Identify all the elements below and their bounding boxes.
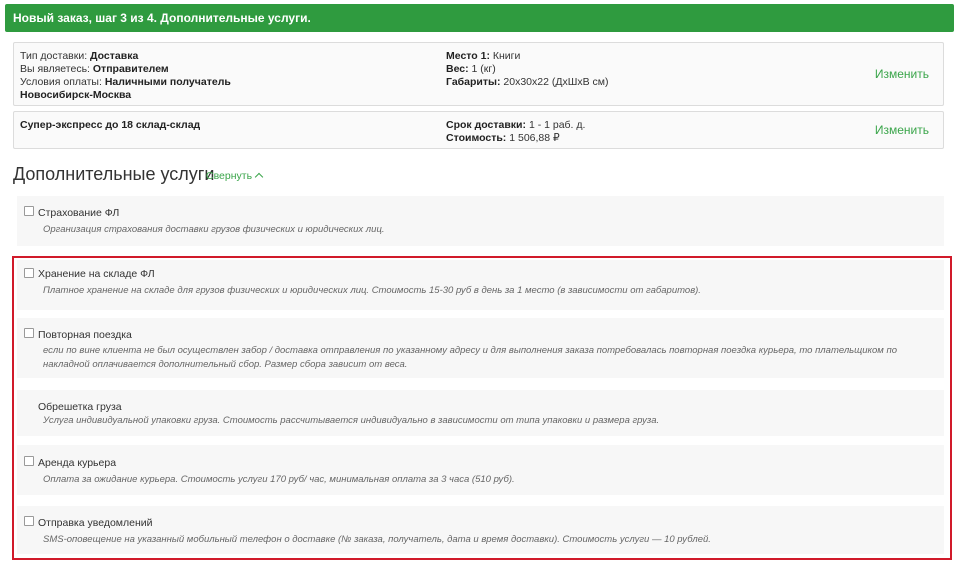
- place-info: Место 1: Книги: [446, 50, 520, 62]
- step-header: Новый заказ, шаг 3 из 4. Дополнительные …: [5, 4, 954, 32]
- role-label: Вы являетесь:: [20, 63, 90, 75]
- tariff-name: Супер-экспресс до 18 склад-склад: [20, 119, 200, 131]
- change-tariff-link[interactable]: Изменить: [875, 123, 929, 137]
- dimensions-value: 20x30x22 (ДхШхВ см): [503, 76, 609, 88]
- role-value: Отправителем: [92, 63, 169, 75]
- payment-terms: Условия оплаты: Наличными получатель: [20, 76, 231, 88]
- change-summary-link[interactable]: Изменить: [875, 67, 929, 81]
- sender-role: Вы являетесь: Отправителем: [20, 63, 169, 75]
- dimensions-info: Габариты: 20x30x22 (ДхШхВ см): [446, 76, 608, 88]
- place-value: Книги: [492, 50, 521, 62]
- delivery-term: Срок доставки: 1 - 1 раб. д.: [446, 119, 585, 131]
- delivery-type-value: Доставка: [90, 50, 139, 62]
- highlight-frame: [12, 256, 952, 560]
- cost-value: 1 506,88 ₽: [509, 132, 560, 144]
- cost-label: Стоимость:: [446, 132, 507, 144]
- dimensions-label: Габариты:: [446, 76, 501, 88]
- tariff-name-value: Супер-экспресс до 18 склад-склад: [20, 119, 201, 131]
- term-label: Срок доставки:: [446, 119, 527, 131]
- order-summary-card: Тип доставки: Доставка Вы являетесь: Отп…: [13, 42, 944, 106]
- weight-value: 1 (кг): [471, 63, 496, 75]
- payment-label: Условия оплаты:: [20, 76, 102, 88]
- route: Новосибирск-Москва: [20, 89, 131, 101]
- term-value: 1 - 1 раб. д.: [528, 119, 586, 131]
- step-title: Новый заказ, шаг 3 из 4. Дополнительные …: [13, 11, 311, 25]
- collapse-toggle[interactable]: Свернуть: [206, 170, 264, 182]
- collapse-label: Свернуть: [206, 170, 253, 182]
- weight-info: Вес: 1 (кг): [446, 63, 496, 75]
- service-title: Страхование ФЛ: [38, 207, 120, 219]
- service-insurance: Страхование ФЛ Организация страхования д…: [17, 196, 944, 246]
- chevron-up-icon: [254, 172, 264, 182]
- route-value: Новосибирск-Москва: [20, 89, 132, 101]
- place-label: Место 1:: [446, 50, 490, 62]
- payment-value: Наличными получатель: [104, 76, 231, 88]
- section-title: Дополнительные услуги: [13, 164, 215, 184]
- weight-label: Вес:: [446, 63, 469, 75]
- delivery-type-label: Тип доставки:: [20, 50, 88, 62]
- tariff-card: Супер-экспресс до 18 склад-склад Срок до…: [13, 111, 944, 149]
- delivery-type: Тип доставки: Доставка: [20, 50, 138, 62]
- delivery-cost: Стоимость: 1 506,88 ₽: [446, 132, 560, 144]
- service-checkbox[interactable]: [24, 206, 34, 216]
- service-description: Организация страхования доставки грузов …: [43, 224, 385, 235]
